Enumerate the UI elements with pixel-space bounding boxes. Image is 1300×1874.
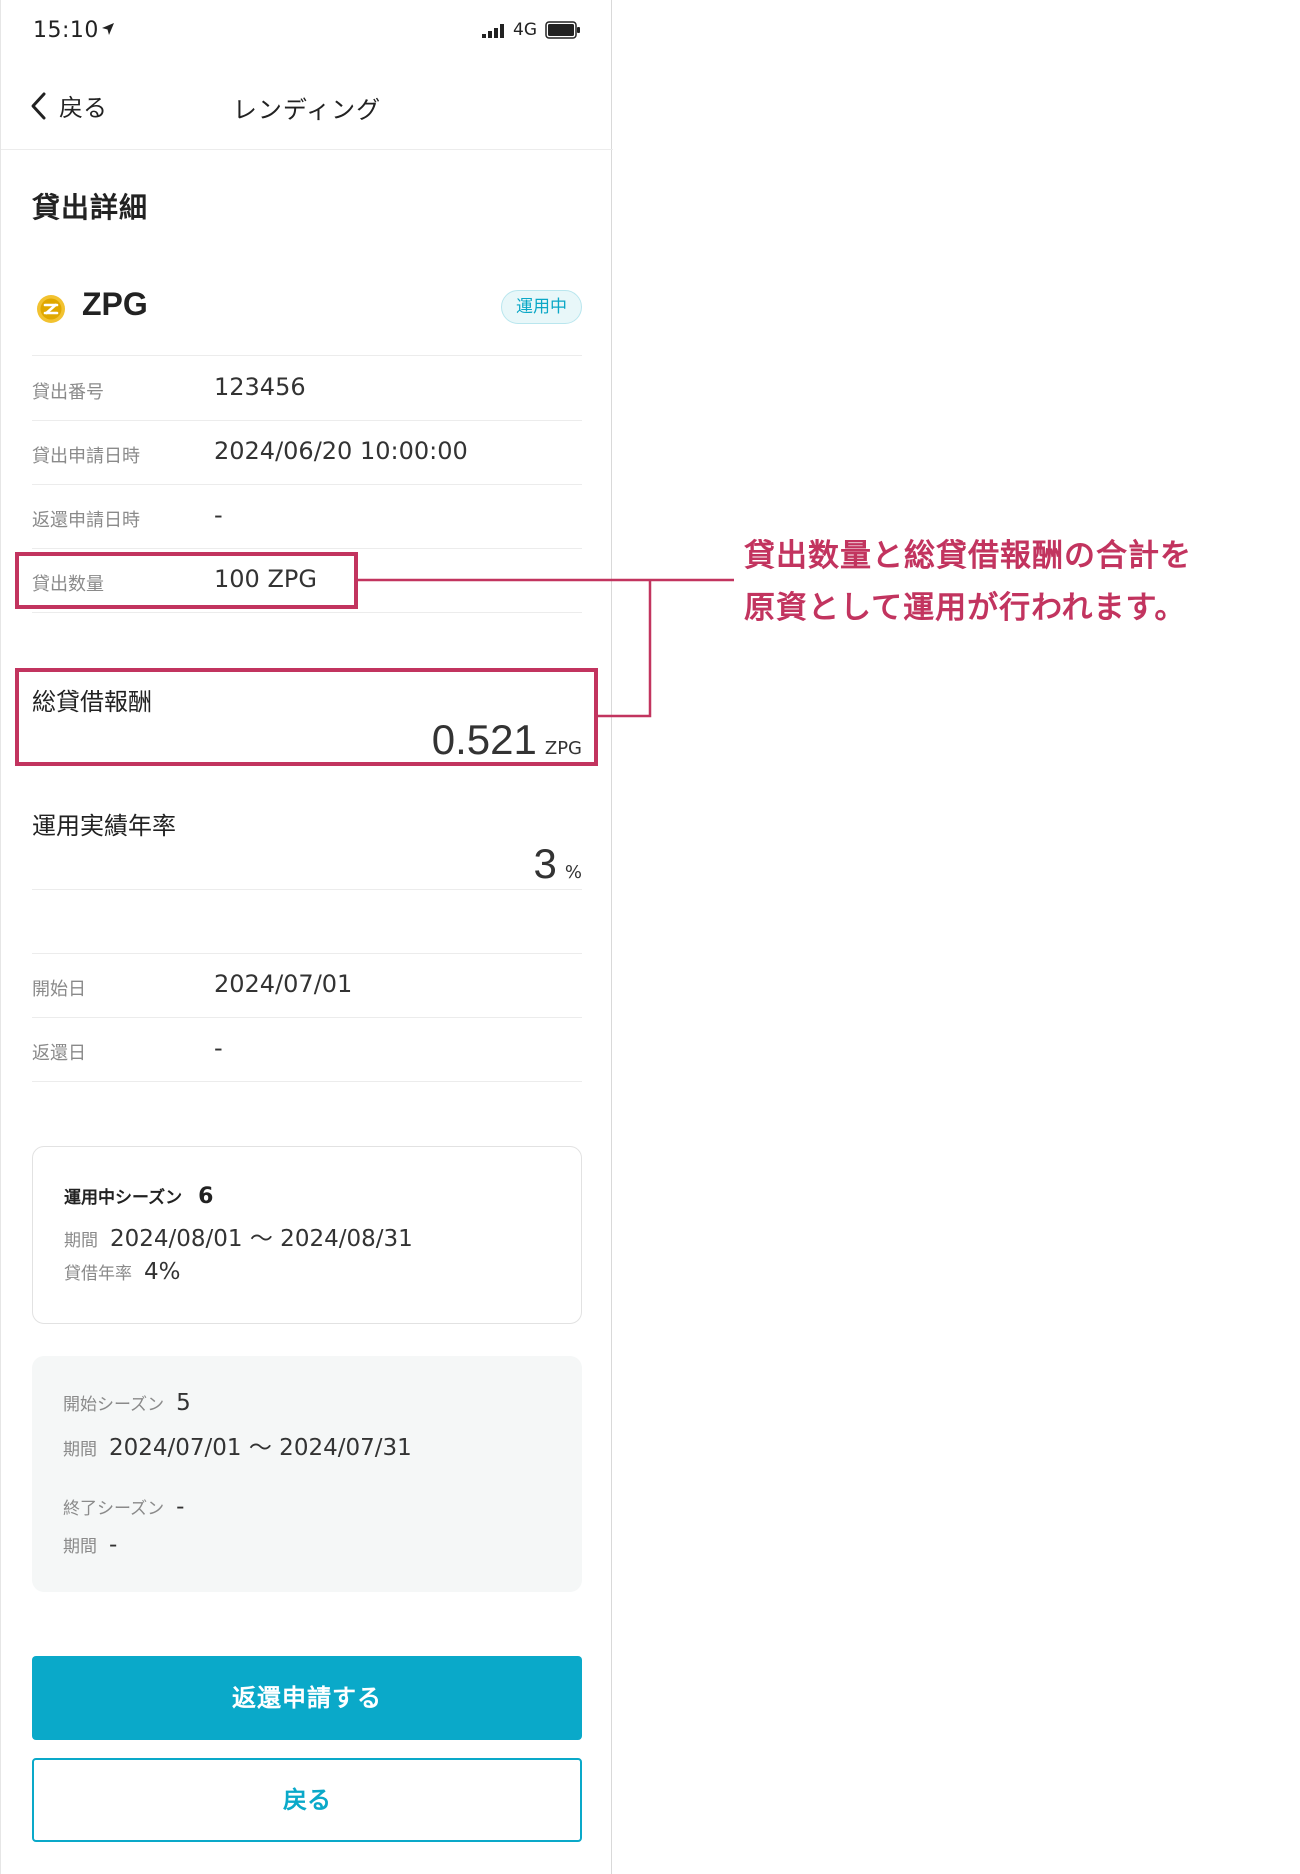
end-season-label: 終了シーズン <box>63 1499 165 1519</box>
annual-rate-label: 運用実績年率 <box>32 812 176 840</box>
date-row-return: 返還日 - <box>32 1017 582 1081</box>
current-season-title: 運用中シーズン 6 <box>64 1183 213 1209</box>
phone-screen: 15:10 4G レンディング 戻る 貸出詳細 ZPG 運用中 貸出番号 123… <box>0 0 613 1874</box>
annotation-line-1: 貸出数量と総貸借報酬の合計を <box>744 538 1192 574</box>
detail-row-apply-datetime: 貸出申請日時 2024/06/20 10:00:00 <box>32 420 582 484</box>
annotation-callout: 貸出数量と総貸借報酬の合計を 原資として運用が行われます。 <box>744 530 1264 634</box>
start-season: 開始シーズン 5 <box>63 1390 191 1416</box>
chevron-left-icon <box>31 92 46 119</box>
detail-label: 貸出申請日時 <box>32 446 140 467</box>
location-arrow-icon <box>102 23 114 35</box>
zpg-coin-icon <box>37 295 65 323</box>
detail-value: - <box>214 501 223 529</box>
period-label: 期間 <box>63 1440 97 1460</box>
back-link[interactable]: 戻る <box>29 88 107 123</box>
annual-rate-value: 3 % <box>534 840 582 888</box>
period-value: 2024/07/01 〜 2024/07/31 <box>109 1435 412 1461</box>
divider <box>32 612 582 613</box>
back-button[interactable]: 戻る <box>32 1758 582 1842</box>
nav-bar: レンディング 戻る <box>1 64 613 150</box>
divider <box>32 1081 582 1082</box>
detail-value: 123456 <box>214 373 306 401</box>
divider <box>32 889 582 890</box>
period-value: 2024/08/01 〜 2024/08/31 <box>110 1226 413 1252</box>
start-season-value: 5 <box>176 1390 191 1416</box>
rate-value: 4% <box>144 1259 181 1285</box>
annual-rate-number: 3 <box>533 840 557 887</box>
highlight-total-reward <box>15 668 598 766</box>
page-title: 貸出詳細 <box>32 191 149 224</box>
request-return-button[interactable]: 返還申請する <box>32 1656 582 1740</box>
annual-rate: 運用実績年率 3 % <box>32 796 582 892</box>
coin-name: ZPG <box>82 286 148 322</box>
current-season-number: 6 <box>198 1184 214 1209</box>
current-season-rate: 貸借年率 4% <box>64 1259 181 1285</box>
detail-row-loan-number: 貸出番号 123456 <box>32 356 582 420</box>
start-season-label: 開始シーズン <box>63 1395 165 1415</box>
current-season-period: 期間 2024/08/01 〜 2024/08/31 <box>64 1219 413 1253</box>
date-row-start: 開始日 2024/07/01 <box>32 953 582 1017</box>
end-season-value: - <box>176 1494 185 1520</box>
date-label: 開始日 <box>32 979 86 1000</box>
period-label: 期間 <box>64 1231 98 1251</box>
status-badge: 運用中 <box>501 290 582 324</box>
start-season-period: 期間 2024/07/01 〜 2024/07/31 <box>63 1428 412 1462</box>
current-season-card: 運用中シーズン 6 期間 2024/08/01 〜 2024/08/31 貸借年… <box>32 1146 582 1324</box>
highlight-loan-amount <box>15 552 358 609</box>
season-history-card: 開始シーズン 5 期間 2024/07/01 〜 2024/07/31 終了シー… <box>32 1356 582 1592</box>
battery-icon <box>545 21 580 39</box>
rate-label: 貸借年率 <box>64 1264 132 1284</box>
back-label: 戻る <box>59 94 107 122</box>
detail-label: 返還申請日時 <box>32 510 140 531</box>
end-season-period: 期間 - <box>63 1532 117 1558</box>
status-time: 15:10 <box>33 18 99 43</box>
annotation-line-2: 原資として運用が行われます。 <box>744 590 1187 626</box>
status-bar: 15:10 4G <box>1 0 613 64</box>
coin-header: ZPG 運用中 <box>32 282 582 336</box>
annual-rate-unit: % <box>564 862 582 883</box>
end-season: 終了シーズン - <box>63 1494 184 1520</box>
detail-value: 2024/06/20 10:00:00 <box>214 437 468 465</box>
date-value: 2024/07/01 <box>214 970 353 998</box>
date-value: - <box>214 1034 223 1062</box>
period-label: 期間 <box>63 1537 97 1557</box>
signal-strength-icon <box>482 24 504 38</box>
date-label: 返還日 <box>32 1043 86 1064</box>
detail-row-return-datetime: 返還申請日時 - <box>32 484 582 548</box>
detail-label: 貸出番号 <box>32 382 104 403</box>
network-type: 4G <box>513 20 537 40</box>
current-season-label: 運用中シーズン <box>64 1188 183 1208</box>
period-value: - <box>109 1532 118 1558</box>
